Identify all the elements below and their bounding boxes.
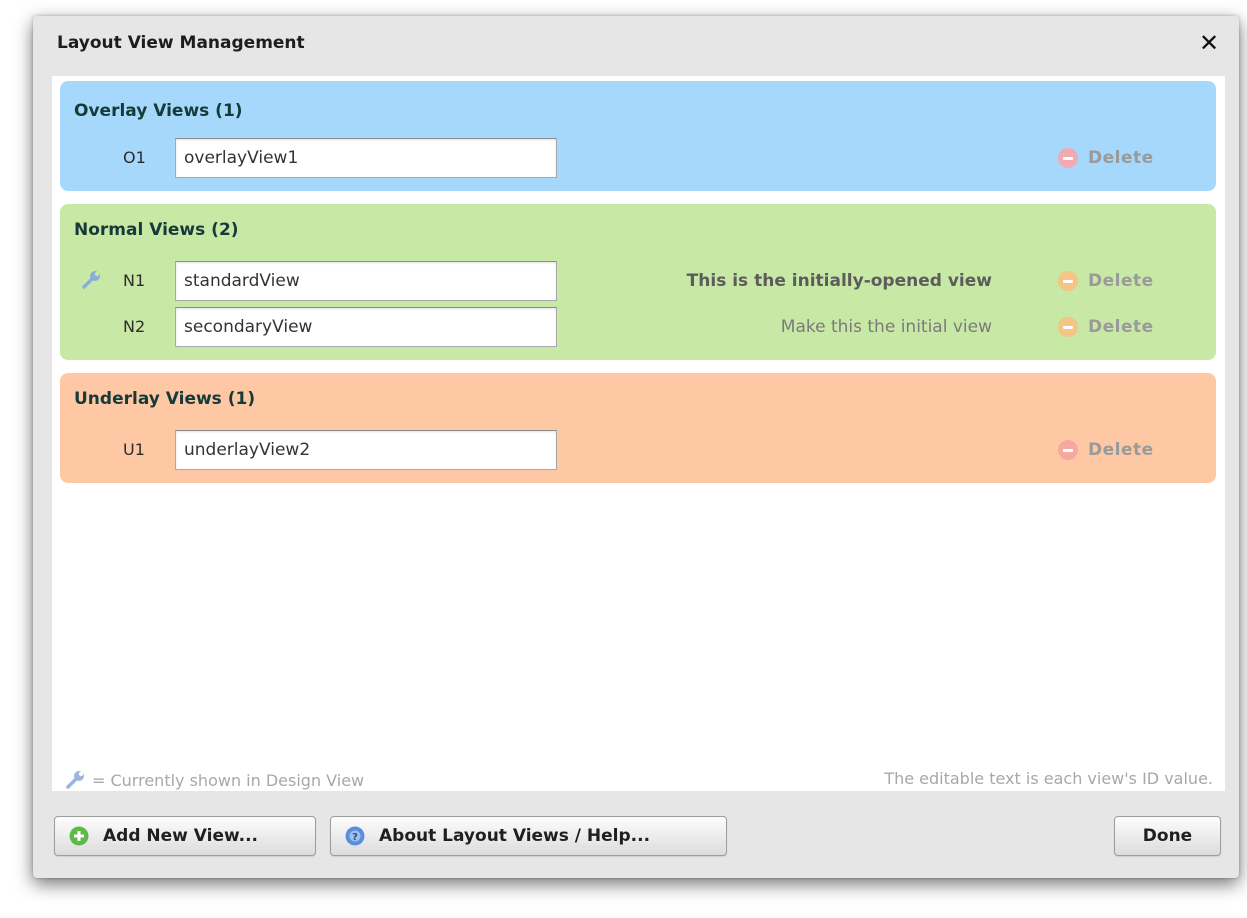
initial-view-indicator: This is the initially-opened view <box>686 271 992 291</box>
dialog-title: Layout View Management <box>57 33 305 53</box>
view-row-n2: N2 Make this the initial view Delete <box>60 307 1216 347</box>
delete-label: Delete <box>1088 271 1154 291</box>
svg-text:?: ? <box>352 832 358 843</box>
about-layout-views-help-button[interactable]: ? About Layout Views / Help... <box>330 816 727 856</box>
wrench-icon <box>82 271 100 289</box>
normal-views-group: Normal Views (2) N1 This is the initiall… <box>60 204 1216 360</box>
editable-text-note: The editable text is each view's ID valu… <box>884 769 1213 788</box>
wrench-icon <box>66 771 84 789</box>
delete-label: Delete <box>1088 440 1154 460</box>
view-row-n1: N1 This is the initially-opened view Del… <box>60 261 1216 301</box>
minus-circle-icon <box>1058 317 1078 337</box>
done-button[interactable]: Done <box>1114 816 1221 856</box>
view-name-input[interactable] <box>175 307 557 347</box>
close-button[interactable]: ✕ <box>1194 28 1224 58</box>
minus-circle-icon <box>1058 148 1078 168</box>
delete-label: Delete <box>1088 317 1154 337</box>
overlay-views-title: Overlay Views (1) <box>74 101 243 121</box>
view-id-label: N1 <box>123 271 146 290</box>
make-initial-view-link[interactable]: Make this the initial view <box>781 317 992 337</box>
underlay-views-group: Underlay Views (1) U1 Delete <box>60 373 1216 483</box>
view-id-label: U1 <box>123 440 145 459</box>
question-circle-icon: ? <box>345 826 365 846</box>
design-view-legend-text: = Currently shown in Design View <box>92 770 365 790</box>
close-icon: ✕ <box>1198 29 1220 57</box>
add-new-view-button[interactable]: Add New View... <box>54 816 316 856</box>
views-panel: Overlay Views (1) O1 Delete Normal Views… <box>52 76 1225 791</box>
plus-circle-icon <box>69 826 89 846</box>
overlay-views-group: Overlay Views (1) O1 Delete <box>60 81 1216 191</box>
view-name-input[interactable] <box>175 430 557 470</box>
add-new-view-label: Add New View... <box>103 826 259 846</box>
view-row-u1: U1 Delete <box>60 430 1216 470</box>
normal-views-title: Normal Views (2) <box>74 220 239 240</box>
done-label: Done <box>1142 826 1193 846</box>
view-row-o1: O1 Delete <box>60 138 1216 178</box>
delete-button[interactable]: Delete <box>1058 269 1154 293</box>
layout-view-management-dialog: Layout View Management ✕ Overlay Views (… <box>33 16 1239 878</box>
minus-circle-icon <box>1058 440 1078 460</box>
view-id-label: N2 <box>123 317 146 336</box>
design-view-legend: = Currently shown in Design View <box>64 769 364 791</box>
delete-label: Delete <box>1088 148 1154 168</box>
delete-button[interactable]: Delete <box>1058 315 1154 339</box>
view-id-label: O1 <box>123 148 146 167</box>
view-name-input[interactable] <box>175 138 557 178</box>
view-name-input[interactable] <box>175 261 557 301</box>
about-layout-views-help-label: About Layout Views / Help... <box>379 826 651 846</box>
delete-button[interactable]: Delete <box>1058 146 1154 170</box>
delete-button[interactable]: Delete <box>1058 438 1154 462</box>
underlay-views-title: Underlay Views (1) <box>74 389 256 409</box>
minus-circle-icon <box>1058 271 1078 291</box>
